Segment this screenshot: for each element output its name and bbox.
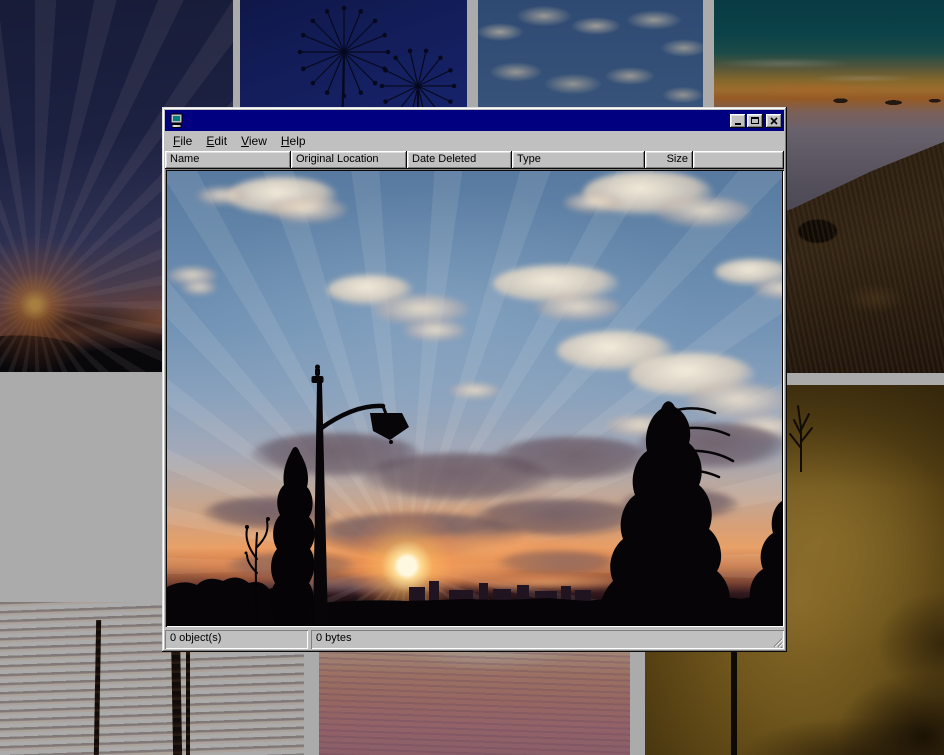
screen: File Edit View Help Name Original Locati… (0, 0, 944, 755)
menu-bar: File Edit View Help (165, 131, 784, 151)
minimize-button[interactable] (730, 114, 746, 128)
minimize-icon (735, 123, 741, 125)
maximize-button[interactable] (747, 114, 763, 128)
menu-help[interactable]: Help (274, 132, 313, 150)
status-size: 0 bytes (311, 630, 784, 649)
status-bar: 0 object(s) 0 bytes (165, 630, 784, 649)
column-header-date-deleted[interactable]: Date Deleted (407, 151, 512, 169)
resize-grip[interactable] (771, 636, 783, 648)
window-titlebar[interactable] (165, 110, 784, 131)
maximize-icon (751, 117, 759, 124)
cypress-silhouette (271, 447, 315, 625)
computer-icon[interactable] (169, 113, 185, 129)
status-size-text: 0 bytes (316, 632, 351, 644)
menu-edit[interactable]: Edit (199, 132, 234, 150)
streetlamp-sunset-photo (167, 171, 782, 625)
column-header-name[interactable]: Name (165, 151, 291, 169)
column-header-original-location[interactable]: Original Location (291, 151, 407, 169)
list-column-headers: Name Original Location Date Deleted Type… (165, 151, 784, 169)
streetlamp-silhouette (312, 365, 410, 626)
column-header-size[interactable]: Size (645, 151, 693, 169)
silhouette-foreground (167, 171, 782, 625)
status-object-count: 0 object(s) (165, 630, 308, 649)
close-button[interactable] (766, 114, 782, 128)
menu-view[interactable]: View (234, 132, 274, 150)
right-trees-silhouette (599, 401, 782, 625)
close-icon (770, 117, 778, 125)
explorer-window: File Edit View Help Name Original Locati… (162, 107, 787, 652)
column-header-type[interactable]: Type (512, 151, 645, 169)
menu-file[interactable]: File (166, 132, 199, 150)
list-view-area[interactable] (165, 169, 784, 627)
column-header-filler (693, 151, 784, 169)
